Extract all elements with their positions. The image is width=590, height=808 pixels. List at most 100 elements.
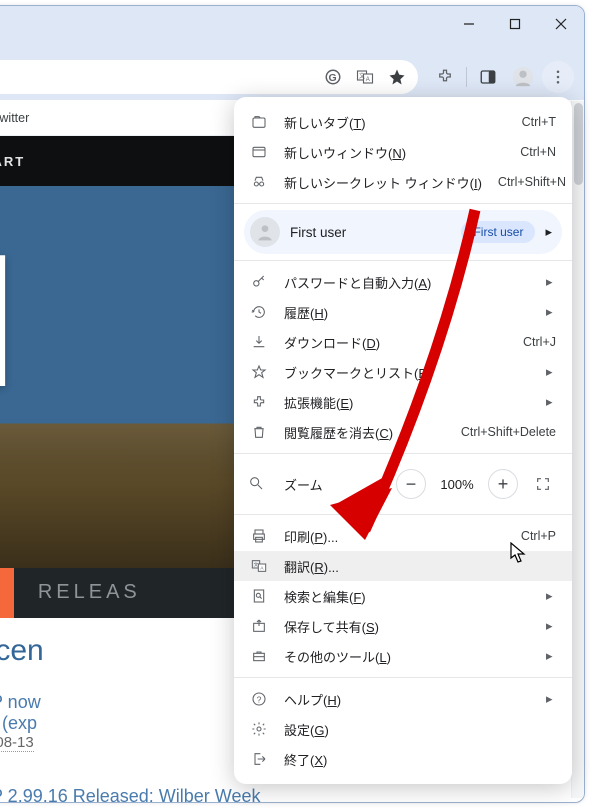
menu-print[interactable]: 印刷(P)... Ctrl+P [234, 521, 572, 551]
menu-profile[interactable]: First user First user ▸ [244, 210, 562, 254]
menu-label: その他のツール(L) [284, 647, 530, 666]
profile-avatar-icon [250, 217, 280, 247]
menu-save-share[interactable]: 保存して共有(S) ▸ [234, 611, 572, 641]
menu-find[interactable]: 検索と編集(F) ▸ [234, 581, 572, 611]
zoom-out-button[interactable]: − [396, 469, 426, 499]
window-maximize[interactable] [492, 6, 538, 42]
omnibox[interactable]: G 文A [0, 60, 418, 94]
menu-label: 新しいシークレット ウィンドウ(I) [284, 173, 482, 192]
scrollbar[interactable] [571, 101, 585, 798]
svg-text:文: 文 [359, 72, 365, 80]
menu-settings[interactable]: 設定(G) [234, 714, 572, 744]
menu-extensions[interactable]: 拡張機能(E) ▸ [234, 387, 572, 417]
menu-separator [234, 514, 572, 515]
menu-label: 検索と編集(F) [284, 587, 530, 606]
translate-action-icon[interactable]: 文A [356, 68, 374, 86]
profile-name: First user [290, 225, 451, 240]
profile-badge: First user [461, 221, 535, 243]
chevron-right-icon: ▸ [546, 618, 556, 634]
menu-incognito[interactable]: 新しいシークレット ウィンドウ(I) Ctrl+Shift+N [234, 167, 572, 197]
menu-separator [234, 203, 572, 204]
menu-label: ブックマークとリスト(B) [284, 363, 530, 382]
search-page-icon [250, 587, 268, 605]
extensions-icon[interactable] [429, 61, 461, 93]
menu-label: 新しいウィンドウ(N) [284, 143, 504, 162]
menu-label: ヘルプ(H) [284, 690, 530, 709]
download-icon [250, 333, 268, 351]
menu-passwords[interactable]: パスワードと自動入力(A) ▸ [234, 267, 572, 297]
download-button[interactable]: OWNLOAD 2.10.34 [0, 566, 14, 618]
menu-translate[interactable]: 文A 翻訳(R)... [234, 551, 572, 581]
exit-icon [250, 750, 268, 768]
incognito-icon [250, 173, 268, 191]
window-minimize[interactable] [446, 6, 492, 42]
chevron-right-icon: ▸ [546, 364, 556, 380]
gear-icon [250, 720, 268, 738]
key-icon [250, 273, 268, 291]
menu-label: 印刷(P)... [284, 527, 505, 546]
scrollbar-thumb[interactable] [574, 103, 583, 185]
menu-label: 翻訳(R)... [284, 557, 556, 576]
history-icon [250, 303, 268, 321]
menu-label: 設定(G) [284, 720, 556, 739]
window-close[interactable] [538, 6, 584, 42]
menu-history[interactable]: 履歴(H) ▸ [234, 297, 572, 327]
menu-new-tab[interactable]: 新しいタブ(T) Ctrl+T [234, 107, 572, 137]
menu-more-tools[interactable]: その他のツール(L) ▸ [234, 641, 572, 671]
print-icon [250, 527, 268, 545]
menu-clear-data[interactable]: 閲覧履歴を消去(C) Ctrl+Shift+Delete [234, 417, 572, 447]
sidepanel-icon[interactable] [472, 61, 504, 93]
chevron-right-icon: ▸ [546, 304, 556, 320]
svg-text:A: A [366, 77, 370, 83]
chevron-right-icon: ▸ [546, 691, 556, 707]
google-icon[interactable]: G [324, 68, 342, 86]
nav-participate[interactable]: PART [0, 154, 25, 169]
bookmark-star-icon[interactable] [388, 68, 406, 86]
heading-recent: Recen [0, 634, 260, 668]
svg-text:G: G [329, 72, 337, 84]
new-tab-icon [250, 113, 268, 131]
shortcut: Ctrl+P [521, 529, 556, 543]
toolbar: G 文A [0, 54, 584, 100]
profile-avatar-icon[interactable] [507, 61, 539, 93]
menu-new-window[interactable]: 新しいウィンドウ(N) Ctrl+N [234, 137, 572, 167]
menu-label: 閲覧履歴を消去(C) [284, 423, 445, 442]
shortcut: Ctrl+J [523, 335, 556, 349]
bookmark-item[interactable]: 𝕏 Twitter [0, 106, 37, 130]
menu-button[interactable] [542, 61, 574, 93]
chevron-right-icon: ▸ [546, 274, 556, 290]
menu-exit[interactable]: 終了(X) [234, 744, 572, 774]
puzzle-icon [250, 393, 268, 411]
menu-separator [234, 260, 572, 261]
hero-title: GIM [0, 226, 12, 416]
menu-downloads[interactable]: ダウンロード(D) Ctrl+J [234, 327, 572, 357]
news-link[interactable]: GIMP now [0, 692, 260, 713]
trash-icon [250, 423, 268, 441]
news-link[interactable]: ARM (exp [0, 713, 260, 734]
help-icon: ? [250, 690, 268, 708]
zoom-percent: 100% [436, 477, 478, 492]
chevron-right-icon: ▸ [546, 588, 556, 604]
chevron-right-icon: ▸ [546, 394, 556, 410]
toolbar-separator [466, 67, 467, 87]
toolbox-icon [250, 647, 268, 665]
menu-bookmarks[interactable]: ブックマークとリスト(B) ▸ [234, 357, 572, 387]
menu-label: パスワードと自動入力(A) [284, 273, 530, 292]
chrome-main-menu: 新しいタブ(T) Ctrl+T 新しいウィンドウ(N) Ctrl+N 新しいシー… [234, 97, 572, 784]
fullscreen-icon[interactable] [528, 469, 558, 499]
menu-help[interactable]: ? ヘルプ(H) ▸ [234, 684, 572, 714]
translate-icon: 文A [250, 557, 268, 575]
release-notes-link[interactable]: RELEAS [38, 581, 141, 604]
svg-text:文: 文 [254, 561, 259, 568]
bookmark-label: Twitter [0, 111, 29, 125]
menu-label: 履歴(H) [284, 303, 530, 322]
menu-zoom: ズーム − 100% + [234, 460, 572, 508]
menu-separator [234, 453, 572, 454]
shortcut: Ctrl+Shift+N [498, 175, 566, 189]
menu-label: 保存して共有(S) [284, 617, 530, 636]
share-icon [250, 617, 268, 635]
zoom-in-button[interactable]: + [488, 469, 518, 499]
news-link[interactable]: GIMP 2.99.16 Released: Wilber Week [0, 786, 260, 802]
window-titlebar [0, 6, 584, 54]
menu-label: 新しいタブ(T) [284, 113, 506, 132]
